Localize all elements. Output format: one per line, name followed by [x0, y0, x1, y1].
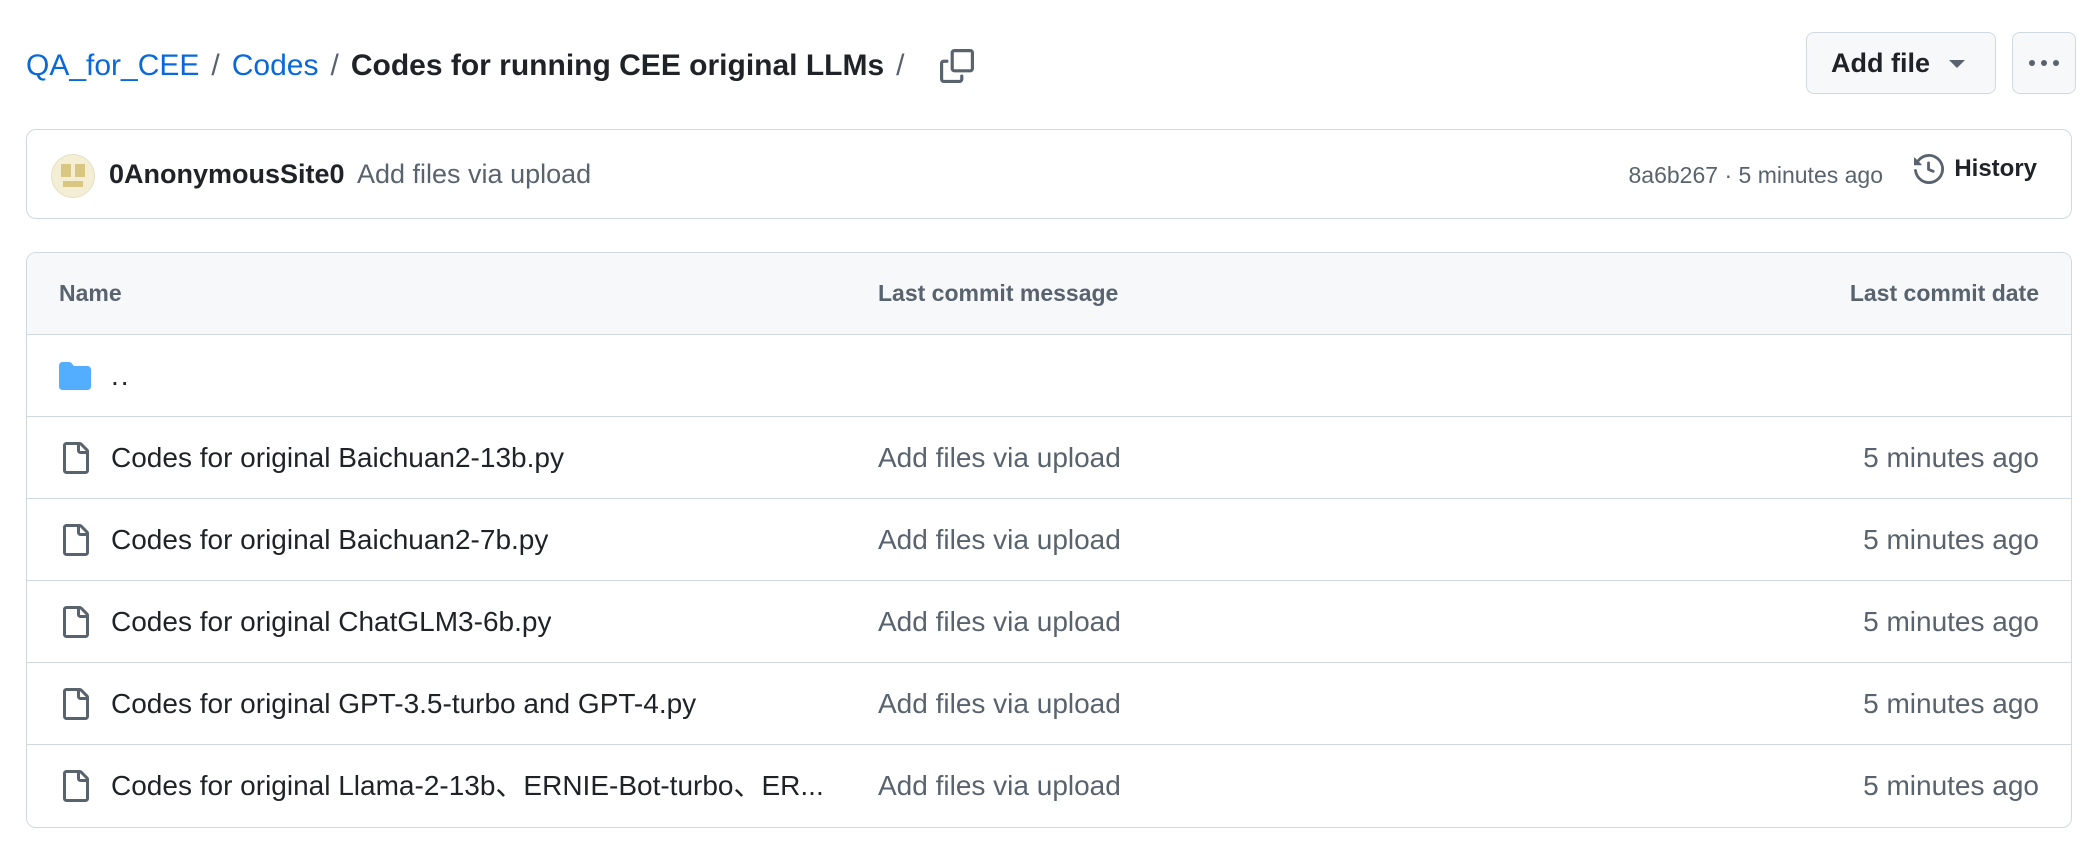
file-commit-date: 5 minutes ago — [1863, 606, 2039, 637]
file-name-link[interactable]: Codes for original Baichuan2-13b.py — [111, 439, 564, 477]
more-options-button[interactable] — [2012, 32, 2076, 94]
file-commit-message-link[interactable]: Add files via upload — [878, 685, 1121, 723]
file-commit-message-link[interactable]: Add files via upload — [878, 603, 1121, 641]
history-button[interactable]: History — [1914, 154, 2037, 184]
file-commit-date: 5 minutes ago — [1863, 770, 2039, 801]
breadcrumb-folder-link[interactable]: Codes — [232, 46, 319, 86]
file-name-link[interactable]: Codes for original ChatGLM3-6b.py — [111, 603, 551, 641]
triangle-down-icon — [1949, 60, 1965, 68]
column-header-name: Name — [59, 280, 122, 306]
breadcrumb: QA_for_CEE / Codes / Codes for running C… — [26, 46, 977, 86]
copy-path-button[interactable] — [937, 46, 977, 86]
folder-icon — [59, 362, 91, 390]
table-row[interactable]: Codes for original ChatGLM3-6b.py Add fi… — [27, 581, 2071, 663]
file-icon — [63, 688, 89, 720]
file-name-link[interactable]: Codes for original Llama-2-13b、ERNIE-Bot… — [111, 767, 824, 805]
latest-commit-bar: 0AnonymousSite0 Add files via upload 8a6… — [26, 129, 2072, 219]
commit-time: 5 minutes ago — [1738, 162, 1883, 188]
table-row[interactable]: Codes for original GPT-3.5-turbo and GPT… — [27, 663, 2071, 745]
file-icon — [63, 606, 89, 638]
file-icon — [63, 524, 89, 556]
table-row[interactable]: Codes for original Llama-2-13b、ERNIE-Bot… — [27, 745, 2071, 827]
file-commit-date: 5 minutes ago — [1863, 688, 2039, 719]
file-commit-message-link[interactable]: Add files via upload — [878, 521, 1121, 559]
column-header-date: Last commit date — [1849, 280, 2039, 306]
file-name-link[interactable]: Codes for original GPT-3.5-turbo and GPT… — [111, 685, 696, 723]
breadcrumb-separator: / — [330, 49, 339, 82]
file-commit-message-link[interactable]: Add files via upload — [878, 439, 1121, 477]
avatar[interactable] — [51, 154, 95, 198]
history-icon — [1914, 154, 1945, 184]
parent-directory-row[interactable]: .. — [27, 335, 2071, 417]
column-header-message: Last commit message — [878, 280, 1119, 306]
file-commit-message-link[interactable]: Add files via upload — [878, 767, 1121, 805]
file-name-link[interactable]: Codes for original Baichuan2-7b.py — [111, 521, 548, 559]
page-header: QA_for_CEE / Codes / Codes for running C… — [26, 32, 2084, 98]
file-list-table: Name Last commit message Last commit dat… — [26, 252, 2072, 828]
file-commit-date: 5 minutes ago — [1863, 442, 2039, 473]
breadcrumb-separator: / — [896, 49, 905, 82]
commit-author-link[interactable]: 0AnonymousSite0 — [109, 156, 345, 192]
history-label: History — [1954, 155, 2037, 182]
commit-meta-separator: · — [1724, 162, 1733, 188]
breadcrumb-current-folder: Codes for running CEE original LLMs — [350, 49, 885, 82]
breadcrumb-repo-link[interactable]: QA_for_CEE — [26, 46, 199, 86]
table-header: Name Last commit message Last commit dat… — [27, 253, 2071, 335]
add-file-button[interactable]: Add file — [1806, 32, 1996, 94]
table-row[interactable]: Codes for original Baichuan2-13b.py Add … — [27, 417, 2071, 499]
file-commit-date: 5 minutes ago — [1863, 524, 2039, 555]
copy-icon — [939, 49, 974, 83]
add-file-label: Add file — [1831, 47, 1930, 78]
file-icon — [63, 442, 89, 474]
file-icon — [63, 770, 89, 802]
commit-message-link[interactable]: Add files via upload — [357, 156, 591, 192]
kebab-horizontal-icon — [2029, 60, 2035, 66]
table-row[interactable]: Codes for original Baichuan2-7b.py Add f… — [27, 499, 2071, 581]
commit-meta: 8a6b267 · 5 minutes ago — [1629, 159, 1883, 191]
parent-directory-link[interactable]: .. — [111, 357, 131, 395]
breadcrumb-separator: / — [211, 49, 220, 82]
commit-sha-link[interactable]: 8a6b267 — [1629, 162, 1719, 188]
